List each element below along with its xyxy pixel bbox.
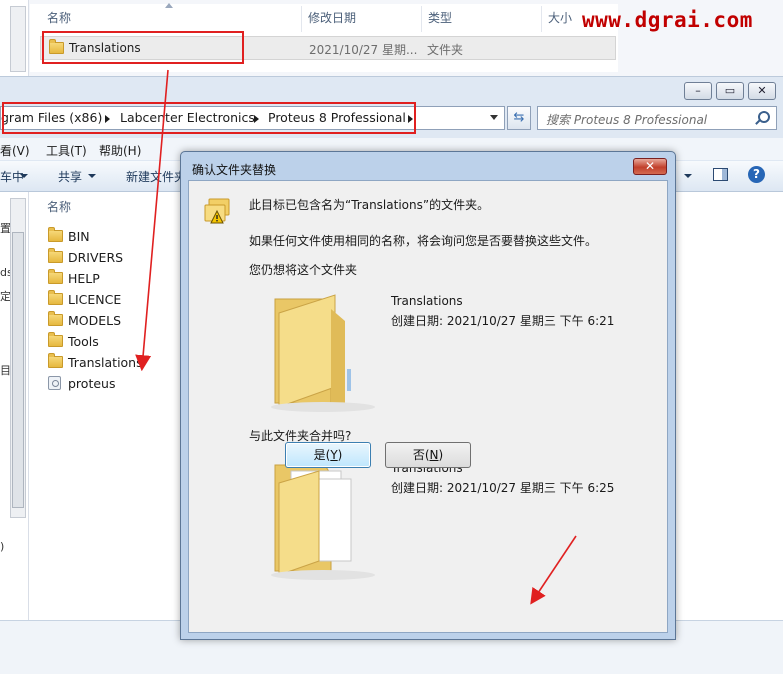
- refresh-button[interactable]: ⇆: [507, 106, 531, 130]
- nav-scrollbar-thumb[interactable]: [12, 232, 24, 508]
- preview-pane-icon[interactable]: [713, 168, 728, 181]
- folder-icon: [48, 311, 63, 326]
- dialog-message: 此目标已包含名为“Translations”的文件夹。: [249, 198, 490, 212]
- list-item-translations[interactable]: Translations: [48, 353, 168, 373]
- minimize-button[interactable]: –: [684, 82, 712, 100]
- list-item-tools[interactable]: Tools: [48, 332, 168, 352]
- list-item-drivers[interactable]: DRIVERS: [48, 248, 168, 268]
- list-item-bin[interactable]: BIN: [48, 227, 168, 247]
- toolbar-new-folder[interactable]: 新建文件夹: [126, 168, 186, 185]
- yes-accesskey: Y: [330, 448, 338, 462]
- search-placeholder: 搜索 Proteus 8 Professional: [546, 113, 708, 127]
- column-header-name[interactable]: 名称: [47, 6, 71, 30]
- yes-label: 是(: [313, 448, 331, 462]
- no-label: 否(: [412, 448, 430, 462]
- file-pane-right: [675, 192, 783, 620]
- application-file-icon: [48, 376, 61, 390]
- list-item-label: HELP: [68, 271, 100, 286]
- column-header-type[interactable]: 类型: [428, 6, 452, 30]
- folder-icon: [48, 269, 63, 284]
- column-header-size[interactable]: 大小: [548, 6, 572, 30]
- yes-button[interactable]: 是(Y): [285, 442, 371, 468]
- folder-warning-icon: [204, 198, 230, 224]
- list-item-models[interactable]: MODELS: [48, 311, 168, 331]
- refresh-icon: ⇆: [513, 110, 525, 125]
- list-item-proteus[interactable]: proteus: [48, 374, 168, 394]
- confirm-folder-replace-dialog: 确认文件夹替换 ✕ 此目标已包含名为“Translations”的文件夹。 如果…: [180, 151, 676, 640]
- list-item-help[interactable]: HELP: [48, 269, 168, 289]
- column-header-date[interactable]: 修改日期: [308, 6, 356, 30]
- chevron-down-icon[interactable]: [88, 174, 96, 178]
- top-scrollbar[interactable]: [10, 6, 26, 72]
- search-input[interactable]: 搜索 Proteus 8 Professional: [537, 106, 777, 130]
- help-icon[interactable]: ?: [748, 166, 765, 183]
- dialog-title: 确认文件夹替换: [192, 163, 277, 177]
- maximize-button[interactable]: ▭: [716, 82, 744, 100]
- nav-item-partial[interactable]: ): [0, 540, 12, 560]
- list-item-licence[interactable]: LICENCE: [48, 290, 168, 310]
- yes-label-end: ): [337, 448, 343, 462]
- folder-icon: [48, 290, 63, 305]
- no-label-end: ): [438, 448, 444, 462]
- dialog-explanation: 如果任何文件使用相同的名称，将会询问您是否要替换这些文件。: [249, 234, 598, 248]
- row-type: 文件夹: [427, 43, 464, 57]
- folder-icon: [48, 353, 63, 368]
- annotation-box-address: [2, 102, 416, 134]
- toolbar-share[interactable]: 共享: [58, 168, 82, 185]
- existing-folder-name: Translations: [391, 294, 463, 308]
- list-item-label: MODELS: [68, 313, 122, 328]
- chevron-down-icon[interactable]: [490, 115, 498, 120]
- dialog-body: 此目标已包含名为“Translations”的文件夹。 如果任何文件使用相同的名…: [188, 180, 668, 633]
- incoming-folder-created: 创建日期: 2021/10/27 星期三 下午 6:25: [391, 481, 615, 495]
- close-window-button[interactable]: ✕: [748, 82, 776, 100]
- search-icon[interactable]: [758, 111, 770, 123]
- column-separator: [541, 6, 542, 32]
- no-button[interactable]: 否(N): [385, 442, 471, 468]
- menu-help[interactable]: 帮助(H): [99, 142, 141, 159]
- list-item-label: proteus: [68, 376, 116, 391]
- list-item-label: Translations: [68, 355, 143, 370]
- folder-icon: [48, 227, 63, 242]
- view-options-chevron-icon[interactable]: [684, 174, 692, 178]
- existing-folder-created: 创建日期: 2021/10/27 星期三 下午 6:21: [391, 314, 615, 328]
- list-item-label: DRIVERS: [68, 250, 124, 265]
- existing-folder-icon: [271, 294, 375, 412]
- watermark-text: www.dgrai.com: [582, 8, 753, 32]
- column-separator: [421, 6, 422, 32]
- dialog-close-button[interactable]: ✕: [633, 158, 667, 175]
- folder-icon: [48, 248, 63, 263]
- list-item-label: LICENCE: [68, 292, 122, 307]
- list-item-label: Tools: [68, 334, 99, 349]
- chevron-down-icon[interactable]: [20, 174, 28, 178]
- sort-arrow-icon: [165, 3, 173, 8]
- column-separator: [301, 6, 302, 32]
- menu-tools[interactable]: 工具(T): [46, 142, 87, 159]
- column-header-name[interactable]: 名称: [47, 198, 71, 215]
- dialog-question: 您仍想将这个文件夹: [249, 263, 358, 277]
- annotation-box-source: [42, 31, 244, 64]
- list-item-label: BIN: [68, 229, 90, 244]
- row-date: 2021/10/27 星期...: [309, 43, 418, 57]
- menu-view[interactable]: 看(V): [0, 142, 30, 159]
- folder-icon: [48, 332, 63, 347]
- incoming-folder-icon: [271, 464, 375, 580]
